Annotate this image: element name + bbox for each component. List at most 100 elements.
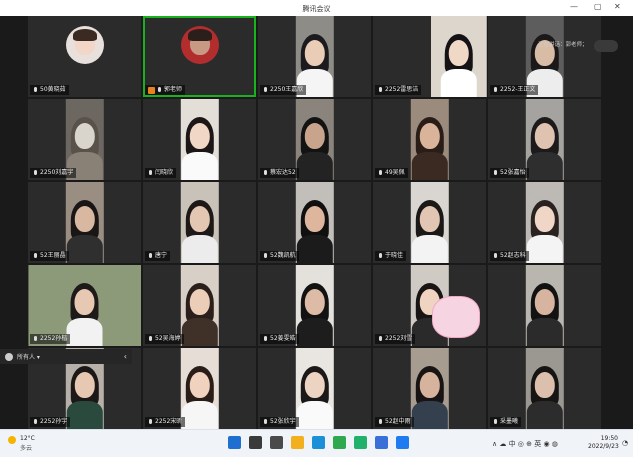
- participant-name: 唐宁: [155, 252, 168, 259]
- clock-time: 19:50: [600, 435, 618, 442]
- microphone-icon: [148, 169, 153, 177]
- windows-start-icon[interactable]: [228, 436, 241, 449]
- participant-tile[interactable]: 于晓佳: [373, 182, 486, 263]
- microphone-icon: [493, 86, 498, 94]
- participant-tile[interactable]: 郭老师: [143, 16, 256, 97]
- participant-tile[interactable]: 52张欣宇: [258, 348, 371, 429]
- participant-nameplate: 2252刘雪: [375, 334, 416, 344]
- participant-tile[interactable]: [430, 16, 487, 97]
- participant-tile[interactable]: 52姜雯皓: [258, 265, 371, 346]
- edge-browser-icon[interactable]: [312, 436, 325, 449]
- camera-feed: [65, 182, 104, 263]
- camera-feed: [295, 182, 334, 263]
- minimize-icon[interactable]: —: [570, 3, 578, 11]
- participant-tile[interactable]: 2252-王正文: [488, 16, 601, 97]
- participant-nameplate: 2252孙宇: [30, 417, 71, 427]
- participant-name: 郭老师: [164, 86, 183, 93]
- participant-tile[interactable]: 唐宁: [143, 182, 256, 263]
- microphone-icon: [378, 418, 383, 426]
- microphone-icon: [378, 169, 383, 177]
- participant-tile[interactable]: [488, 265, 601, 346]
- participant-name: 2252刘雪: [385, 335, 413, 342]
- microphone-icon: [263, 169, 268, 177]
- more-options-button[interactable]: [594, 40, 618, 52]
- participant-tile[interactable]: 52赵中雨: [373, 348, 486, 429]
- participant-nameplate: 采墨曦: [490, 417, 522, 427]
- microsoft-store-icon[interactable]: [375, 436, 388, 449]
- participant-tile[interactable]: 52吴海婷: [143, 265, 256, 346]
- participant-name: 于晓佳: [385, 252, 404, 259]
- participant-tile[interactable]: 49吴佩: [373, 99, 486, 180]
- chrome-icon[interactable]: [333, 436, 346, 449]
- clock-date: 2022/9/23: [588, 443, 619, 450]
- participant-tile[interactable]: 闫晓欣: [143, 99, 256, 180]
- participant-nameplate: 52赵志科: [490, 251, 529, 261]
- microphone-icon: [378, 86, 383, 94]
- microphone-icon: [33, 169, 38, 177]
- cartoon-sticker: [432, 296, 480, 338]
- camera-feed: [180, 265, 219, 346]
- meeting-window: 腾讯会议 — ▢ ✕ 50黄晓茹 郭老师 2250王嘉欣 2252雷思洁 2252-王正…: [0, 0, 633, 429]
- participant-name: 52吴海婷: [155, 335, 181, 342]
- system-tray[interactable]: ∧ ☁ 中 ◎ ⊕ 英 ◉ ◍: [492, 439, 558, 449]
- weather-cloud-icon: [8, 436, 16, 444]
- camera-feed: [410, 182, 449, 263]
- camera-feed: [295, 99, 334, 180]
- participant-nameplate: 2252孙楷: [30, 334, 71, 344]
- participant-name: 52赵志科: [500, 252, 526, 259]
- participant-tile[interactable]: 2252宋昕: [143, 348, 256, 429]
- participant-nameplate: 52王丽晶: [30, 251, 69, 261]
- participant-nameplate: 唐宁: [145, 251, 171, 261]
- file-explorer-icon[interactable]: [291, 436, 304, 449]
- chat-recipient-bar[interactable]: 所有人 ▾ ‹: [0, 349, 132, 364]
- participant-name: 52魏凯航: [270, 252, 296, 259]
- participant-name: 采墨曦: [500, 418, 519, 425]
- participant-tile[interactable]: 52王丽晶: [28, 182, 141, 263]
- participant-nameplate: 2250刘嘉宇: [30, 168, 77, 178]
- maximize-icon[interactable]: ▢: [594, 3, 602, 11]
- profile-avatar: [65, 26, 104, 64]
- participant-name: 闫晓欣: [155, 169, 174, 176]
- participant-name: 52姜雯皓: [270, 335, 296, 342]
- microphone-icon: [263, 86, 268, 94]
- task-view-icon[interactable]: [270, 436, 283, 449]
- notification-icon[interactable]: ◔: [622, 439, 628, 447]
- participant-tile[interactable]: 蔡宏达52: [258, 99, 371, 180]
- microphone-icon: [263, 252, 268, 260]
- microphone-icon: [33, 252, 38, 260]
- chat-recipient-label[interactable]: 所有人 ▾: [17, 352, 40, 361]
- collapse-chevron-icon[interactable]: ‹: [124, 352, 127, 361]
- title-bar: 腾讯会议 — ▢ ✕: [0, 0, 633, 16]
- user-avatar-icon: [5, 352, 13, 361]
- participant-nameplate: 52魏凯航: [260, 251, 299, 261]
- participant-tile[interactable]: 2250王嘉欣: [258, 16, 371, 97]
- participant-tile[interactable]: 2250刘嘉宇: [28, 99, 141, 180]
- participant-name: 蔡宏达52: [270, 169, 296, 176]
- participant-nameplate: 郭老师: [145, 85, 186, 95]
- participant-name: 50黄晓茹: [40, 86, 66, 93]
- participant-tile[interactable]: 50黄晓茹: [28, 16, 141, 97]
- app-green-icon[interactable]: [354, 436, 367, 449]
- participant-nameplate: 52张欣宇: [260, 417, 299, 427]
- participant-tile[interactable]: 52张嘉怡: [488, 99, 601, 180]
- participant-tile[interactable]: 2252刘雪: [373, 265, 486, 346]
- participant-nameplate: 52吴海婷: [145, 334, 184, 344]
- clock[interactable]: 19:50 2022/9/23: [588, 435, 619, 451]
- participant-name: 2252孙楷: [40, 335, 68, 342]
- participant-tile[interactable]: 采墨曦: [488, 348, 601, 429]
- participant-nameplate: 50黄晓茹: [30, 85, 69, 95]
- microphone-icon: [148, 335, 153, 343]
- tencent-meeting-icon[interactable]: [396, 436, 409, 449]
- participant-tile[interactable]: 52魏凯航: [258, 182, 371, 263]
- participant-grid: 50黄晓茹 郭老师 2250王嘉欣 2252雷思洁 2252-王正文 2250刘嘉宇 闫晓欣…: [28, 16, 604, 429]
- microphone-icon: [378, 335, 383, 343]
- participant-name: 52赵中雨: [385, 418, 411, 425]
- participant-tile[interactable]: 2252孙楷: [28, 265, 141, 346]
- camera-feed: [525, 348, 564, 429]
- participant-name: 2252孙宇: [40, 418, 68, 425]
- microphone-icon: [263, 335, 268, 343]
- participant-tile[interactable]: 52赵志科: [488, 182, 601, 263]
- close-icon[interactable]: ✕: [614, 3, 621, 11]
- participant-nameplate: 49吴佩: [375, 168, 408, 178]
- search-icon[interactable]: [249, 436, 262, 449]
